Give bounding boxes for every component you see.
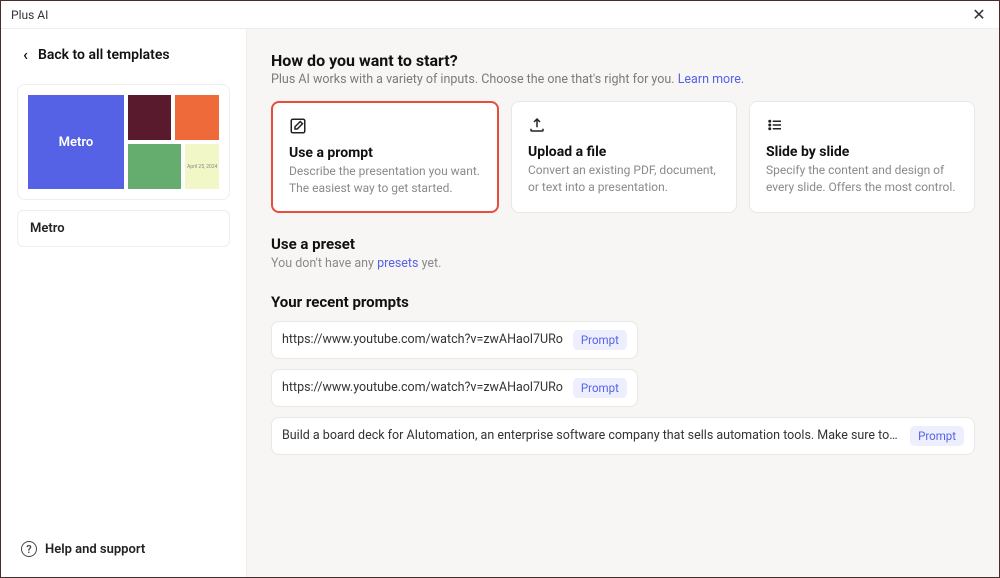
recent-prompt-item[interactable]: https://www.youtube.com/watch?v=zwAHaol7… bbox=[271, 321, 638, 359]
list-icon bbox=[766, 116, 784, 134]
card-upload-file[interactable]: Upload a file Convert an existing PDF, d… bbox=[511, 101, 737, 213]
edit-icon bbox=[289, 117, 307, 135]
recent-heading: Your recent prompts bbox=[271, 293, 975, 311]
template-preview-tile: Metro bbox=[28, 95, 124, 189]
learn-more-link[interactable]: Learn more. bbox=[678, 72, 745, 87]
template-name[interactable]: Metro bbox=[17, 210, 230, 247]
template-preview-tile bbox=[128, 95, 172, 140]
sidebar: ‹ Back to all templates Metro April 25, bbox=[1, 29, 247, 577]
card-title: Slide by slide bbox=[766, 144, 958, 160]
main-panel: How do you want to start? Plus AI works … bbox=[247, 29, 999, 577]
card-title: Upload a file bbox=[528, 144, 720, 160]
preset-sub-prefix: You don't have any bbox=[271, 256, 377, 271]
back-label: Back to all templates bbox=[38, 47, 170, 63]
card-desc: Specify the content and design of every … bbox=[766, 162, 958, 196]
template-preview-tile bbox=[175, 95, 219, 140]
recent-prompt-item[interactable]: https://www.youtube.com/watch?v=zwAHaol7… bbox=[271, 369, 638, 407]
preset-heading: Use a preset bbox=[271, 235, 975, 253]
card-slide-by-slide[interactable]: Slide by slide Specify the content and d… bbox=[749, 101, 975, 213]
recent-prompt-text: Build a board deck for AIutomation, an e… bbox=[282, 428, 900, 443]
prompt-badge: Prompt bbox=[910, 426, 964, 446]
chevron-left-icon: ‹ bbox=[23, 45, 28, 64]
card-use-prompt[interactable]: Use a prompt Describe the presentation y… bbox=[271, 101, 499, 213]
page-subheading: Plus AI works with a variety of inputs. … bbox=[271, 72, 975, 87]
recent-prompt-text: https://www.youtube.com/watch?v=zwAHaol7… bbox=[282, 332, 563, 347]
help-button[interactable]: ? Help and support bbox=[17, 537, 230, 565]
recent-prompt-text: https://www.youtube.com/watch?v=zwAHaol7… bbox=[282, 380, 563, 395]
presets-link[interactable]: presets bbox=[377, 256, 418, 271]
template-preview-tile bbox=[128, 144, 182, 189]
page-heading: How do you want to start? bbox=[271, 51, 975, 70]
template-preview-tile: April 25, 2024 bbox=[185, 144, 219, 189]
template-preview-tiles: April 25, 2024 bbox=[128, 95, 219, 189]
subheading-text: Plus AI works with a variety of inputs. … bbox=[271, 72, 675, 87]
help-label: Help and support bbox=[45, 542, 145, 557]
back-button[interactable]: ‹ Back to all templates bbox=[17, 45, 230, 64]
preset-sub-suffix: yet. bbox=[418, 256, 441, 271]
card-desc: Convert an existing PDF, document, or te… bbox=[528, 162, 720, 196]
window-title: Plus AI bbox=[11, 8, 48, 22]
recent-prompt-item[interactable]: Build a board deck for AIutomation, an e… bbox=[271, 417, 975, 455]
app-body: ‹ Back to all templates Metro April 25, bbox=[1, 29, 999, 577]
preset-sub: You don't have any presets yet. bbox=[271, 256, 975, 271]
close-icon[interactable]: ✕ bbox=[969, 5, 989, 24]
template-preview-label: Metro bbox=[59, 135, 94, 150]
template-card[interactable]: Metro April 25, 2024 bbox=[17, 84, 230, 200]
upload-icon bbox=[528, 116, 546, 134]
template-preview-date: April 25, 2024 bbox=[187, 164, 218, 170]
help-icon: ? bbox=[21, 541, 37, 557]
template-preview: Metro April 25, 2024 bbox=[28, 95, 219, 189]
prompt-badge: Prompt bbox=[573, 330, 627, 350]
card-desc: Describe the presentation you want. The … bbox=[289, 163, 481, 197]
card-title: Use a prompt bbox=[289, 145, 481, 161]
titlebar: Plus AI ✕ bbox=[1, 1, 999, 29]
recent-prompts-list: https://www.youtube.com/watch?v=zwAHaol7… bbox=[271, 321, 975, 455]
template-name-text: Metro bbox=[30, 221, 65, 236]
start-option-cards: Use a prompt Describe the presentation y… bbox=[271, 101, 975, 213]
prompt-badge: Prompt bbox=[573, 378, 627, 398]
